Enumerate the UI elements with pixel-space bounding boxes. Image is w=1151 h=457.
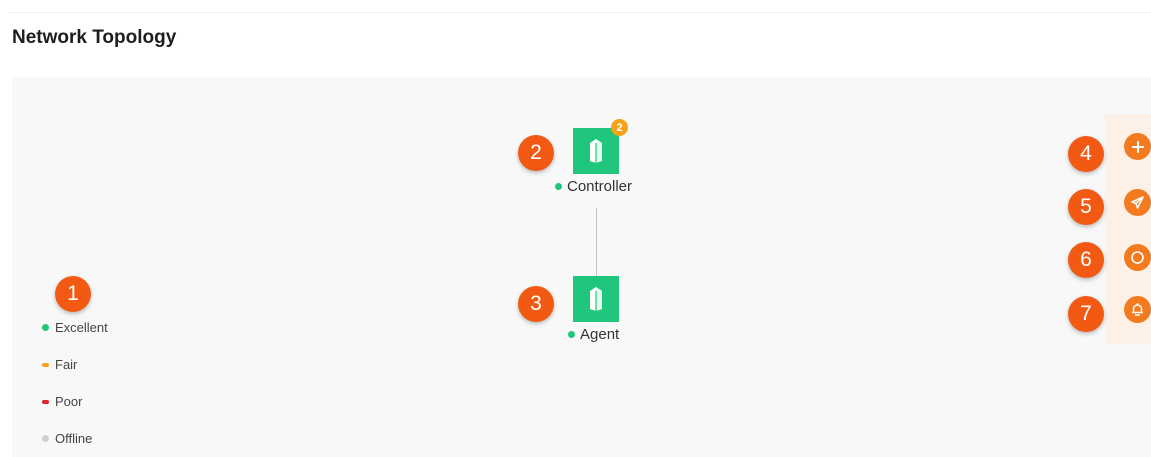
router-icon [590,139,602,163]
agent-name: Agent [580,326,620,343]
agent-node[interactable] [573,276,619,322]
alarm-icon [1132,303,1143,316]
legend-fair: Fair [42,357,77,372]
status-dot [555,183,562,190]
page-title: Network Topology [12,27,177,48]
legend-label: Offline [55,431,93,446]
notification-badge: 2 [611,119,628,136]
legend-poor: Poor [42,394,82,409]
header-divider [8,12,1151,13]
callout-7: 7 [1068,296,1104,332]
send-button[interactable] [1124,189,1151,216]
legend-label: Excellent [55,320,108,335]
callout-4: 4 [1068,136,1104,172]
status-dot [568,331,575,338]
plus-icon [1131,140,1144,153]
callout-6: 6 [1068,242,1104,278]
callout-1: 1 [55,276,91,312]
controller-label: Controller [555,178,632,195]
legend-label: Poor [55,394,83,409]
send-icon [1131,196,1144,209]
power-icon [1131,251,1144,264]
status-dot [42,362,49,367]
legend-offline: Offline [42,431,92,446]
add-device-button[interactable] [1124,133,1151,160]
callout-3: 3 [518,286,554,322]
topology-link [596,208,597,278]
controller-node[interactable] [573,128,619,174]
agent-label: Agent [568,326,619,343]
legend-label: Fair [55,357,78,372]
controller-name: Controller [567,178,633,195]
legend-excellent: Excellent [42,320,108,335]
status-dot [42,399,49,404]
power-button[interactable] [1124,244,1151,271]
callout-5: 5 [1068,189,1104,225]
status-dot [42,324,49,331]
status-dot [42,435,49,442]
alarm-button[interactable] [1124,296,1151,323]
callout-2: 2 [518,135,554,171]
router-icon [590,287,602,311]
